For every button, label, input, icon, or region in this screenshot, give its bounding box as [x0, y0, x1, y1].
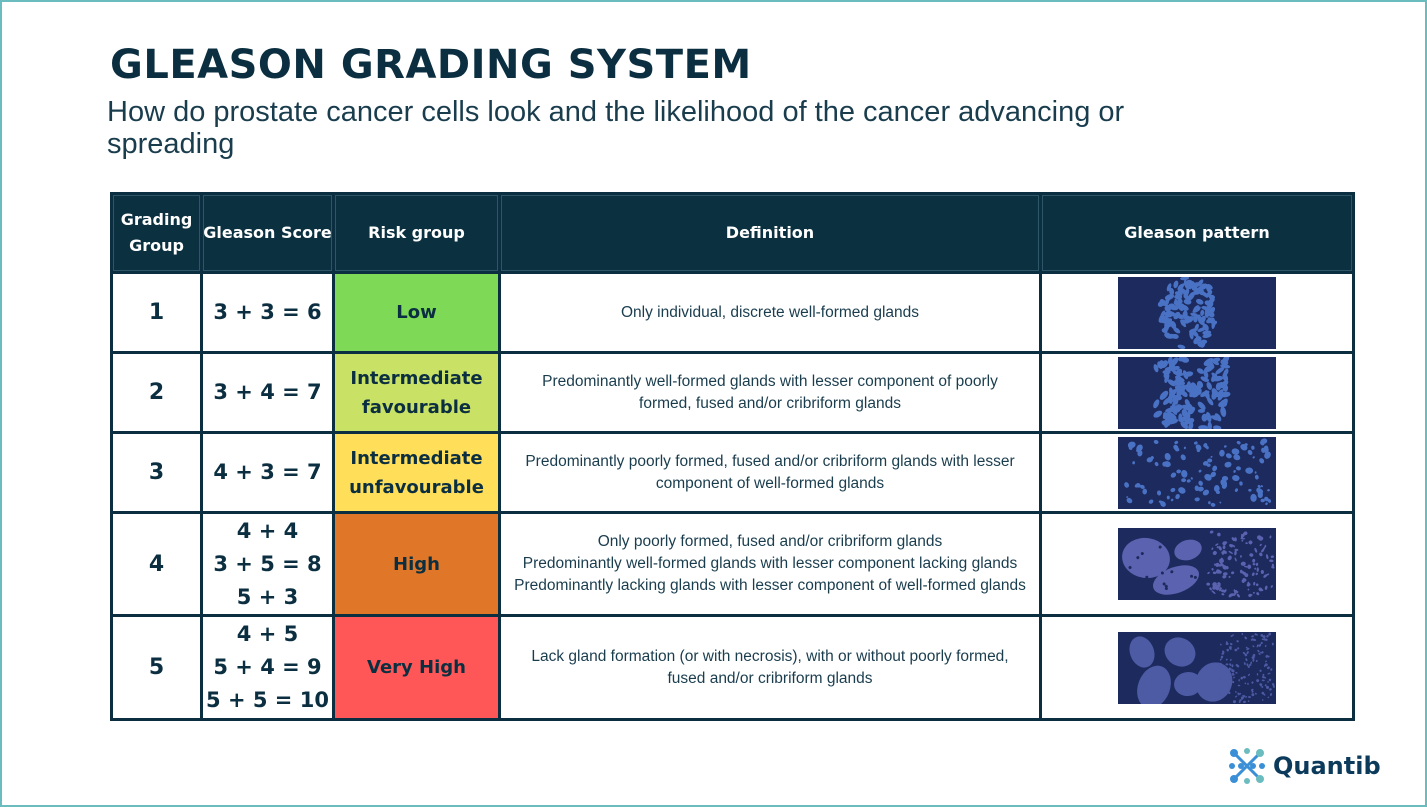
risk-group-cell: High [332, 511, 501, 617]
definition-line: Predominantly poorly formed, fused and/o… [525, 452, 1015, 492]
gleason-pattern-cell [1039, 271, 1355, 354]
logo-text: Quantib [1273, 752, 1381, 780]
risk-group-label: Low [396, 302, 437, 323]
gleason-pattern-cell [1039, 511, 1355, 617]
column-header-gleason-pattern: Gleason pattern [1039, 192, 1355, 274]
gleason-score-line: 3 + 4 = 7 [213, 380, 322, 404]
risk-group-label: High [393, 553, 440, 575]
page-title: GLEASON GRADING SYSTEM [110, 42, 752, 88]
gleason-score-line: 4 + 4 [236, 518, 299, 543]
risk-group-label: Very High [367, 657, 466, 678]
grading-group-cell: 5 [110, 614, 203, 721]
definition-cell: Predominantly well-formed glands with le… [498, 351, 1042, 434]
table-row: 4 4 + 4 3 + 5 = 8 5 + 3 High Only poorly form… [110, 511, 1355, 617]
gleason-score-line: 5 + 4 = 9 [213, 655, 322, 679]
gleason-pattern-1-image [1118, 276, 1276, 349]
table-row: 5 4 + 5 5 + 4 = 9 5 + 5 = 10 Very High Lack g… [110, 614, 1355, 721]
gleason-score-line: 3 + 5 = 8 [213, 551, 322, 576]
table-row: 2 3 + 4 = 7 Intermediate favourable Predomi… [110, 351, 1355, 434]
risk-group-cell: Very High [332, 614, 501, 721]
grading-group-cell: 1 [110, 271, 203, 354]
gleason-score-cell: 3 + 4 = 7 [200, 351, 335, 434]
table-row: 1 3 + 3 = 6 Low Only individual, discrete w… [110, 271, 1355, 354]
gleason-score-cell: 4 + 3 = 7 [200, 431, 335, 514]
quantib-logo-icon [1229, 748, 1265, 784]
table-header-row: Grading Group Gleason Score Risk group D… [110, 192, 1355, 274]
gleason-score-line: 3 + 3 = 6 [213, 300, 322, 324]
risk-group-cell: Intermediate unfavourable [332, 431, 501, 514]
gleason-score-cell: 4 + 5 5 + 4 = 9 5 + 5 = 10 [200, 614, 335, 721]
definition-cell: Lack gland formation (or with necrosis),… [498, 614, 1042, 721]
gleason-pattern-cell [1039, 351, 1355, 434]
definition-line: Predominantly well-formed glands with le… [542, 372, 998, 412]
gleason-pattern-cell [1039, 431, 1355, 514]
gleason-pattern-2-image [1118, 356, 1276, 429]
quantib-logo: Quantib [1229, 748, 1381, 784]
definition-line: Lack gland formation (or with necrosis),… [531, 647, 1009, 687]
gleason-table: Grading Group Gleason Score Risk group D… [110, 192, 1355, 721]
definition-line: Predominantly well-formed glands with le… [522, 555, 1018, 572]
definition-line: Only individual, discrete well-formed gl… [620, 303, 920, 321]
grading-group-cell: 3 [110, 431, 203, 514]
definition-cell: Predominantly poorly formed, fused and/o… [498, 431, 1042, 514]
gleason-score-line: 5 + 5 = 10 [206, 688, 329, 712]
gleason-pattern-3-image [1118, 436, 1276, 509]
risk-group-label: Intermediate unfavourable [349, 447, 484, 498]
definition-cell: Only individual, discrete well-formed gl… [498, 271, 1042, 354]
column-header-risk-group: Risk group [332, 192, 501, 274]
gleason-pattern-5-image [1118, 631, 1276, 704]
table-row: 3 4 + 3 = 7 Intermediate unfavourable Predo… [110, 431, 1355, 514]
grading-group-cell: 4 [110, 511, 203, 617]
gleason-score-line: 4 + 3 = 7 [213, 460, 322, 484]
risk-group-label: Intermediate favourable [350, 367, 483, 418]
risk-group-cell: Intermediate favourable [332, 351, 501, 434]
page-subtitle: How do prostate cancer cells look and th… [107, 96, 1125, 160]
definition-line: Only poorly formed, fused and/or cribrif… [597, 533, 943, 550]
gleason-pattern-4-image [1118, 528, 1276, 600]
column-header-gleason-score: Gleason Score [200, 192, 335, 274]
grading-group-cell: 2 [110, 351, 203, 434]
definition-line: Predominantly lacking glands with lesser… [514, 577, 1026, 594]
gleason-pattern-cell [1039, 614, 1355, 721]
gleason-score-line: 5 + 3 [236, 584, 299, 609]
gleason-score-line: 4 + 5 [236, 622, 299, 646]
column-header-definition: Definition [498, 192, 1042, 274]
gleason-score-cell: 3 + 3 = 6 [200, 271, 335, 354]
column-header-grading-group: Grading Group [110, 192, 203, 274]
definition-cell: Only poorly formed, fused and/or cribrif… [498, 511, 1042, 617]
gleason-score-cell: 4 + 4 3 + 5 = 8 5 + 3 [200, 511, 335, 617]
risk-group-cell: Low [332, 271, 501, 354]
